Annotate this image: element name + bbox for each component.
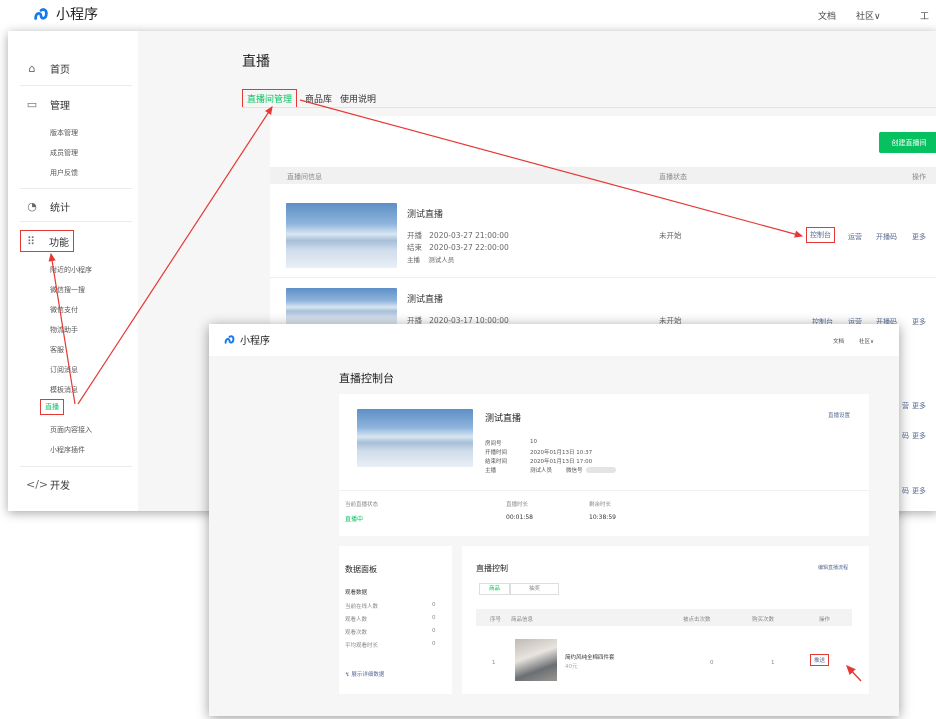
redacted-wechat-id (586, 467, 616, 473)
divider (20, 188, 132, 189)
table-header: 直播间信息 直播状态 操作 (270, 167, 936, 184)
sidebar-item-feedback[interactable]: 用户反馈 (50, 168, 78, 178)
create-live-room-button[interactable]: 创建直播间 (879, 132, 936, 153)
product-clicks: 0 (710, 660, 714, 666)
tab-lottery[interactable]: 抽奖 (510, 583, 559, 595)
live-status-value: 直播中 (345, 516, 364, 523)
live-room-name: 测试直播 (407, 295, 444, 305)
row-divider (270, 277, 936, 278)
sidebar-item-home[interactable]: ⌂ 首页 (26, 61, 71, 76)
sidebar-item-search[interactable]: 微信搜一搜 (50, 285, 85, 295)
home-icon: ⌂ (28, 62, 36, 75)
product-index: 1 (492, 660, 496, 666)
data-panel: 数据面板 观看数据 当前在线人数 0 观看人数 0 观看次数 0 平均观看时长 … (339, 546, 452, 694)
operate-link[interactable]: 运营 (848, 232, 862, 242)
tools-link[interactable]: 工 (920, 9, 929, 22)
product-name: 简约风纯全棉四件套 (565, 655, 615, 661)
tab-instructions[interactable]: 使用说明 (340, 89, 376, 108)
divider (20, 466, 132, 467)
live-settings-link[interactable]: 直播设置 (828, 411, 850, 419)
sidebar-item-content[interactable]: 页面内容接入 (50, 425, 92, 435)
page-title: 直播 (242, 54, 270, 70)
divider (242, 107, 936, 108)
console-link[interactable]: 控制台 (806, 227, 835, 243)
more-link[interactable]: 更多 (912, 317, 926, 327)
sidebar-item-nearby[interactable]: 附近的小程序 (50, 265, 92, 275)
sidebar-item-plugin[interactable]: 小程序插件 (50, 445, 85, 455)
more-link[interactable]: 更多 (912, 431, 926, 441)
live-cover-image (357, 409, 473, 467)
more-link-partial[interactable]: 码 (902, 431, 909, 441)
more-link[interactable]: 更多 (912, 401, 926, 411)
live-room-name: 测试直播 (485, 414, 522, 424)
product-table-header: 序号 商品信息 被点击次数 购买次数 操作 (476, 609, 852, 626)
show-detail-data-link[interactable]: ↯ 展示详细数据 (345, 670, 384, 678)
live-room-name: 测试直播 (407, 210, 444, 220)
remaining-time: 10:38:59 (589, 514, 616, 521)
community-link[interactable]: 社区∨ (859, 337, 874, 345)
tab-bar: 直播间管理 商品库 使用说明 (242, 89, 376, 108)
more-link[interactable]: 更多 (912, 486, 926, 496)
sidebar-item-features[interactable]: ⠿ 功能 (20, 230, 74, 252)
live-end: 结束 2020-03-27 22:00:00 (407, 243, 509, 252)
sidebar-item-members[interactable]: 成员管理 (50, 148, 78, 158)
product-price: 40元 (565, 664, 578, 670)
sidebar-item-manage[interactable]: ▭ 管理 (26, 97, 70, 112)
miniprogram-logo-icon (224, 335, 235, 344)
docs-link[interactable]: 文档 (833, 337, 844, 345)
sidebar-item-pay[interactable]: 微信支付 (50, 305, 78, 315)
product-image (515, 639, 557, 681)
top-bar: 小程序 文档 社区∨ 工 (0, 0, 936, 30)
grid-icon: ⠿ (26, 234, 36, 248)
inbox-icon: ▭ (26, 98, 38, 111)
tab-products[interactable]: 商品 (479, 583, 510, 595)
console-top-bar: 小程序 文档 社区∨ (209, 324, 899, 356)
edit-flow-link[interactable]: 编辑直播流程 (818, 564, 848, 571)
product-buys: 1 (771, 660, 775, 666)
sidebar-item-live[interactable]: 直播 (40, 399, 64, 415)
live-cover-image (286, 203, 397, 268)
divider (20, 85, 132, 86)
divider (20, 221, 132, 222)
miniprogram-logo-icon (34, 8, 48, 20)
live-info-panel: 测试直播 直播设置 房间号 10 开播时间 2020年01月13日 10:37 … (339, 394, 869, 536)
live-console-window: 小程序 文档 社区∨ 直播控制台 测试直播 直播设置 房间号 10 开播时间 2… (209, 324, 899, 716)
docs-link[interactable]: 文档 (818, 9, 836, 22)
tab-products[interactable]: 商品库 (305, 89, 332, 108)
app-logo[interactable]: 小程序 (32, 4, 98, 24)
sidebar-item-dev[interactable]: </> 开发 (26, 477, 70, 492)
sidebar-item-service[interactable]: 客服 (50, 345, 64, 355)
live-start: 开播 2020-03-27 21:00:00 (407, 231, 509, 240)
more-link-partial[interactable]: 码 (902, 486, 909, 496)
sidebar-item-subscribe[interactable]: 订阅消息 (50, 365, 78, 375)
divider (339, 490, 869, 491)
console-logo[interactable]: 小程序 (223, 332, 270, 347)
more-link[interactable]: 更多 (912, 232, 926, 242)
sidebar: ⌂ 首页 ▭ 管理 版本管理 成员管理 用户反馈 ◔ 统计 ⠿ 功能 附近的小程序 微信… (8, 31, 138, 511)
tab-live-rooms[interactable]: 直播间管理 (242, 89, 298, 108)
pie-chart-icon: ◔ (27, 200, 37, 213)
sidebar-item-stats[interactable]: ◔ 统计 (26, 199, 70, 214)
live-status: 未开始 (659, 231, 682, 240)
push-product-button[interactable]: 推送 (810, 654, 830, 666)
community-link[interactable]: 社区∨ (856, 9, 881, 22)
live-duration: 00:01:58 (506, 514, 533, 521)
sidebar-item-logistics[interactable]: 物流助手 (50, 325, 78, 335)
live-host: 主播 测试人员 (407, 256, 455, 264)
live-code-link[interactable]: 开播码 (876, 232, 897, 242)
live-control-panel: 直播控制 编辑直播流程 商品 抽奖 序号 商品信息 被点击次数 购买次数 操作 … (462, 546, 869, 694)
sidebar-item-version[interactable]: 版本管理 (50, 128, 78, 138)
code-icon: </> (26, 478, 49, 491)
more-link-partial[interactable]: 营 (902, 401, 909, 411)
sidebar-item-template[interactable]: 模板消息 (50, 385, 78, 395)
live-cover-image (286, 288, 397, 328)
app-name: 小程序 (56, 7, 98, 23)
console-title: 直播控制台 (339, 372, 394, 385)
